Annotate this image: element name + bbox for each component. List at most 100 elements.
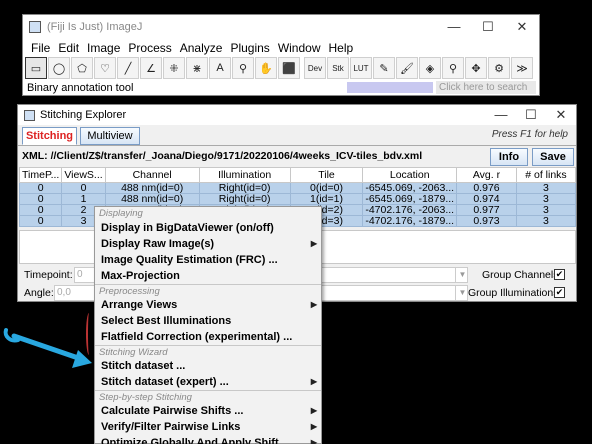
table-cell: 0.973 [456,215,517,227]
menu-item-label: Select Best Illuminations [101,315,232,327]
stk-tool-icon[interactable]: Stk [327,57,349,79]
submenu-arrow-icon: ▶ [310,300,317,309]
column-header[interactable]: Avg. r [456,167,517,183]
table-cell: 0.976 [456,182,517,194]
imagej-app-icon [29,21,41,33]
table-cell: Right(id=0) [198,182,291,194]
menu-edit[interactable]: Edit [54,41,83,55]
column-header[interactable]: Tile [289,167,364,183]
tab-stitching[interactable]: Stitching [22,127,77,145]
menu-window[interactable]: Window [274,41,325,55]
menu-plugins[interactable]: Plugins [226,41,273,55]
table-cell: 3 [515,204,577,216]
save-button[interactable]: Save [532,148,574,166]
menu-item-label: Arrange Views [101,299,178,311]
submenu-arrow-icon: ▶ [310,422,317,431]
menu-item[interactable]: Calculate Pairwise Shifts ... ▶ [95,403,321,419]
table-cell: 0 [61,182,106,194]
stitching-window-controls: — ☐ ✕ [486,105,576,125]
column-header[interactable]: Illumination [198,167,291,183]
tab-row: Stitching Multiview Press F1 for help [18,125,576,145]
table-cell: 3 [515,182,577,194]
menu-item-label: Flatfield Correction (experimental) ... [101,331,293,343]
column-header[interactable]: ViewS... [61,167,106,183]
brush-tool-icon[interactable]: 🖌 [396,57,418,79]
magnifier-tool-icon[interactable]: ⚲ [232,57,254,79]
maximize-icon[interactable]: ☐ [471,15,505,39]
menu-item[interactable]: Image Quality Estimation (FRC) ... [95,252,321,268]
group-channels-checkbox[interactable]: ✔ [554,269,565,280]
minimize-icon[interactable]: — [486,105,516,125]
menu-item[interactable]: Arrange Views ▶ [95,297,321,313]
submenu-arrow-icon: ▶ [310,406,317,415]
menu-section-header: Preprocessing [95,284,321,297]
column-header[interactable]: # of links [515,167,577,183]
column-header[interactable]: Channel [104,167,200,183]
move-tool-icon[interactable]: ✥ [465,57,487,79]
oval-tool-icon[interactable]: ◯ [48,57,70,79]
maximize-icon[interactable]: ☐ [516,105,546,125]
lut-tool-icon[interactable]: LUT [350,57,372,79]
menu-item[interactable]: Display Raw Image(s) ▶ [95,236,321,252]
table-row[interactable]: 0 1 488 nm(id=0) Right(id=0) 1(id=1) -6545.06… [18,193,577,205]
stitching-titlebar[interactable]: Stitching Explorer — ☐ ✕ [18,105,576,125]
column-header[interactable]: Location [362,167,458,183]
text-tool-icon[interactable]: A [209,57,231,79]
rectangle-tool-icon[interactable]: ▭ [25,57,47,79]
flood-fill-tool-icon[interactable]: ◈ [419,57,441,79]
table-cell: 0.977 [456,204,517,216]
freehand-tool-icon[interactable]: ♡ [94,57,116,79]
pencil-tool-icon[interactable]: ✎ [373,57,395,79]
group-illuminations-checkbox[interactable]: ✔ [554,287,565,298]
search-tool-icon[interactable]: ⚲ [442,57,464,79]
menu-item[interactable]: Max-Projection [95,268,321,284]
menu-section-header: Step-by-step Stitching [95,390,321,403]
menu-item[interactable]: Flatfield Correction (experimental) ... [95,329,321,345]
menu-help[interactable]: Help [325,41,358,55]
table-cell: 488 nm(id=0) [104,182,200,194]
xml-row: XML: //Client/Z$/transfer/_Joana/Diego/9… [18,145,576,167]
submenu-arrow-icon: ▶ [310,377,317,386]
hand-tool-icon[interactable]: ✋ [255,57,277,79]
menu-section-header: Stitching Wizard [95,345,321,358]
dev-tool-icon[interactable]: Dev [304,57,326,79]
minimize-icon[interactable]: — [437,15,471,39]
search-field[interactable]: Click here to search [436,81,536,94]
xml-path: XML: //Client/Z$/transfer/_Joana/Diego/9… [22,150,423,162]
menu-process[interactable]: Process [124,41,175,55]
menu-item[interactable]: Verify/Filter Pairwise Links ▶ [95,419,321,435]
polygon-tool-icon[interactable]: ⬠ [71,57,93,79]
multipoint-tool-icon[interactable]: ⁜ [163,57,185,79]
table-row[interactable]: 0 0 488 nm(id=0) Right(id=0) 0(id=0) -6545.06… [18,182,577,194]
menu-item[interactable]: Stitch dataset (expert) ... ▶ [95,374,321,390]
angle-label: Angle: [24,287,54,299]
wand-tool-icon[interactable]: ⋇ [186,57,208,79]
menu-item[interactable]: Display in BigDataViewer (on/off) [95,220,321,236]
angle-tool-icon[interactable]: ∠ [140,57,162,79]
more-tools-icon[interactable]: ≫ [511,57,533,79]
menu-item[interactable]: Select Best Illuminations [95,313,321,329]
dropper-tool-icon[interactable]: ⬛ [278,57,300,79]
close-icon[interactable]: ✕ [505,15,539,39]
menu-item[interactable]: Optimize Globally And Apply Shift ▶ [95,435,321,444]
submenu-arrow-icon: ▶ [310,239,317,248]
menu-item-label: Stitch dataset (expert) ... [101,376,229,388]
stitch-tool-icon[interactable]: ⚙ [488,57,510,79]
menu-image[interactable]: Image [83,41,124,55]
menu-item[interactable]: Stitch dataset ... [95,358,321,374]
menu-analyze[interactable]: Analyze [176,41,227,55]
chevron-down-icon[interactable]: ▼ [455,285,469,301]
table-cell: 3 [515,193,577,205]
menu-file[interactable]: File [27,41,54,55]
imagej-titlebar[interactable]: (Fiji Is Just) ImageJ — ☐ ✕ [23,15,539,39]
close-icon[interactable]: ✕ [546,105,576,125]
info-button[interactable]: Info [490,148,528,166]
imagej-window-controls: — ☐ ✕ [437,15,539,39]
chevron-down-icon[interactable]: ▼ [455,267,469,283]
stitching-title: Stitching Explorer [40,109,127,121]
line-tool-icon[interactable]: ╱ [117,57,139,79]
tab-multiview[interactable]: Multiview [80,127,140,145]
column-header[interactable]: TimeP... [18,167,63,183]
imagej-toolbar: ▭ ◯ ⬠ ♡ ╱ ∠ ⁜ ⋇ A ⚲ ✋ ⬛ Dev Stk LUT ✎ 🖌 ◈ ⚲ ✥ ⚙ ≫ [23,56,539,80]
table-cell: 1(id=1) [289,193,364,205]
